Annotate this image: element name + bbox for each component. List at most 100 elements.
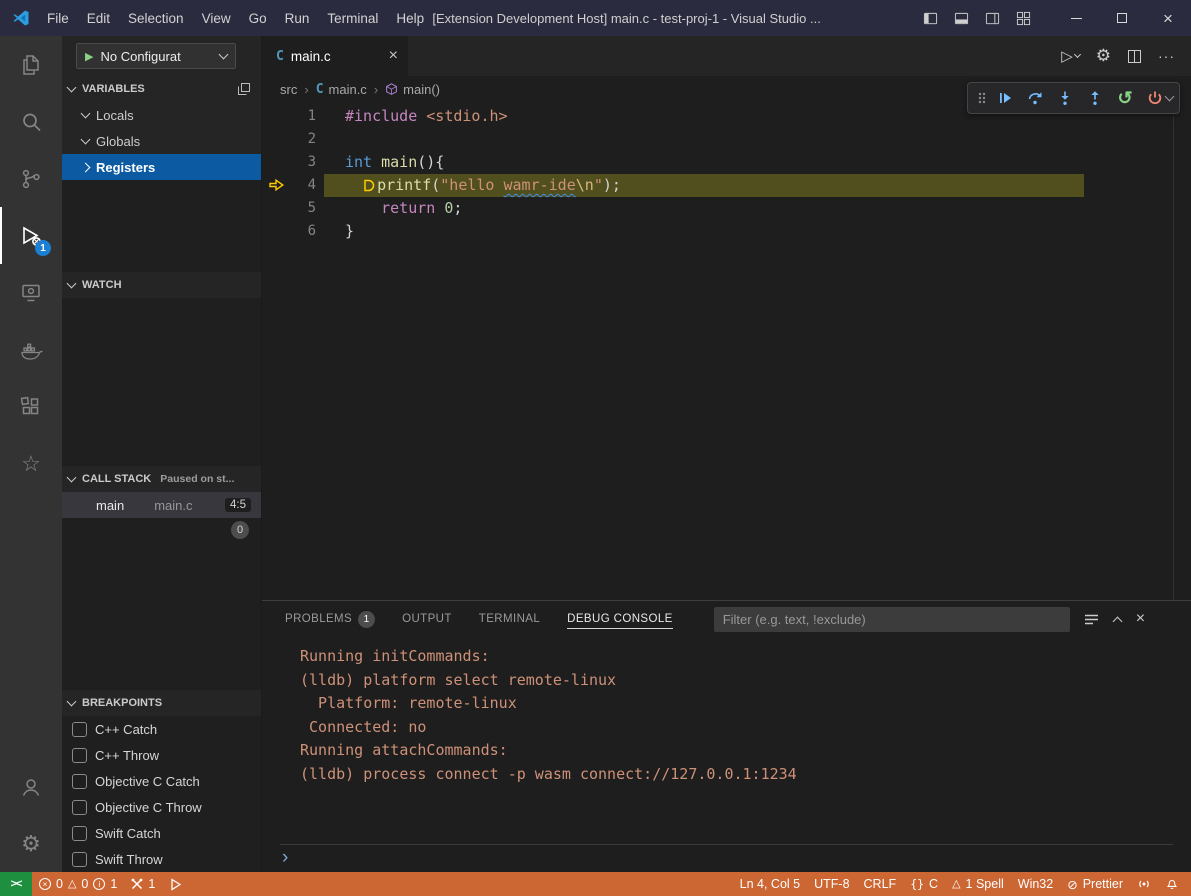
restart-icon[interactable]: ↺ [1110, 83, 1140, 113]
breakpoint-objc-catch[interactable]: Objective C Catch [62, 768, 261, 794]
toggle-panel-icon[interactable] [954, 11, 969, 26]
breakpoint-swift-throw[interactable]: Swift Throw [62, 846, 261, 872]
token: int [345, 151, 372, 174]
maximize-panel-icon[interactable] [1112, 616, 1122, 626]
broadcast-icon[interactable] [1130, 872, 1158, 896]
toggle-sidebar-icon[interactable] [923, 11, 938, 26]
breadcrumb-symbol[interactable]: main() [385, 82, 440, 97]
toolchain-status[interactable]: 1 [124, 872, 162, 896]
tab-problems[interactable]: PROBLEMS 1 [285, 601, 375, 637]
step-out-icon[interactable] [1080, 83, 1110, 113]
variables-item-locals[interactable]: Locals [62, 102, 261, 128]
settings-gear-icon[interactable]: ⚙ [0, 815, 62, 872]
console-filter-input[interactable] [714, 607, 1070, 632]
checkbox[interactable] [72, 826, 87, 841]
close-panel-icon[interactable]: × [1136, 611, 1145, 627]
debug-start-icon [169, 878, 182, 891]
close-button[interactable]: × [1145, 0, 1191, 36]
code-line-5[interactable]: 5 return 0; [262, 197, 1191, 220]
line-number[interactable]: 3 [262, 151, 316, 174]
menu-help[interactable]: Help [387, 0, 433, 36]
line-number[interactable]: 6 [262, 220, 316, 243]
variables-section-header[interactable]: VARIABLES [62, 76, 261, 102]
source-control-icon[interactable] [0, 150, 62, 207]
problems-status[interactable]: × 0 △ 0 i 1 [32, 872, 124, 896]
debug-status[interactable] [162, 872, 189, 896]
line-number[interactable]: 1 [262, 105, 316, 128]
close-tab-icon[interactable]: × [389, 48, 398, 64]
breadcrumb-folder[interactable]: src [280, 82, 297, 97]
minimize-button[interactable] [1053, 0, 1099, 36]
spell-checker-status[interactable]: △ 1 Spell [945, 872, 1011, 896]
scrollbar[interactable] [1173, 102, 1174, 600]
tab-main-c[interactable]: C main.c × [262, 36, 408, 76]
star-icon[interactable]: ☆ [0, 435, 62, 492]
encoding-indicator[interactable]: UTF-8 [807, 872, 856, 896]
toolbar-grip-handle[interactable] [974, 90, 990, 106]
extensions-icon[interactable] [0, 378, 62, 435]
platform-indicator[interactable]: Win32 [1011, 872, 1060, 896]
menu-run[interactable]: Run [276, 0, 319, 36]
maximize-button[interactable] [1099, 0, 1145, 36]
tab-output[interactable]: OUTPUT [402, 601, 452, 637]
console-lines-icon[interactable] [1084, 613, 1099, 626]
console-input-row[interactable]: › [280, 844, 1173, 870]
formatter-status[interactable]: ⊘ Prettier [1060, 872, 1130, 896]
breakpoints-section-header[interactable]: BREAKPOINTS [62, 690, 261, 716]
search-icon[interactable] [0, 93, 62, 150]
eol-indicator[interactable]: CRLF [857, 872, 904, 896]
customize-layout-icon[interactable] [1016, 11, 1031, 26]
menu-selection[interactable]: Selection [119, 0, 193, 36]
code-editor[interactable]: 1 #include <stdio.h> 2 3 int main(){ 4 p… [262, 102, 1191, 600]
split-editor-icon[interactable] [1127, 49, 1142, 64]
breakpoint-objc-throw[interactable]: Objective C Throw [62, 794, 261, 820]
menu-edit[interactable]: Edit [78, 0, 119, 36]
call-stack-section-header[interactable]: CALL STACK Paused on st... [62, 466, 261, 492]
code-line-3[interactable]: 3 int main(){ [262, 151, 1191, 174]
step-into-icon[interactable] [1050, 83, 1080, 113]
checkbox[interactable] [72, 722, 87, 737]
breakpoint-swift-catch[interactable]: Swift Catch [62, 820, 261, 846]
checkbox[interactable] [72, 800, 87, 815]
menu-go[interactable]: Go [240, 0, 276, 36]
docker-icon[interactable] [0, 321, 62, 378]
checkbox[interactable] [72, 852, 87, 867]
continue-icon[interactable] [990, 83, 1020, 113]
launch-config-dropdown[interactable]: ▶ No Configurat [76, 43, 236, 69]
breakpoint-cpp-throw[interactable]: C++ Throw [62, 742, 261, 768]
tab-terminal[interactable]: TERMINAL [479, 601, 540, 637]
more-actions-icon[interactable]: ··· [1158, 48, 1175, 64]
menu-terminal[interactable]: Terminal [318, 0, 387, 36]
step-over-icon[interactable] [1020, 83, 1050, 113]
language-mode[interactable]: {} C [903, 872, 945, 896]
checkbox[interactable] [72, 774, 87, 789]
code-line-6[interactable]: 6 } [262, 220, 1191, 243]
run-file-button[interactable]: ▷ [1061, 47, 1080, 65]
line-number[interactable]: 2 [262, 128, 316, 151]
notifications-bell-icon[interactable] [1158, 872, 1191, 896]
variables-item-registers[interactable]: Registers [62, 154, 261, 180]
remote-explorer-icon[interactable] [0, 264, 62, 321]
tab-debug-console[interactable]: DEBUG CONSOLE [567, 601, 673, 637]
frame-position-badge: 4:5 [225, 498, 251, 512]
debug-console-output[interactable]: Running initCommands: (lldb) platform se… [262, 637, 1191, 844]
menu-file[interactable]: File [38, 0, 78, 36]
breadcrumb-file[interactable]: C main.c [316, 82, 367, 97]
line-number[interactable]: 5 [262, 197, 316, 220]
editor-settings-gear-icon[interactable]: ⚙ [1096, 46, 1111, 66]
run-and-debug-icon[interactable]: 1 [0, 207, 62, 264]
toggle-secondary-sidebar-icon[interactable] [985, 11, 1000, 26]
watch-section-header[interactable]: WATCH [62, 272, 261, 298]
collapse-all-icon[interactable] [237, 82, 251, 96]
checkbox[interactable] [72, 748, 87, 763]
variables-item-globals[interactable]: Globals [62, 128, 261, 154]
explorer-icon[interactable] [0, 36, 62, 93]
code-line-2[interactable]: 2 [262, 128, 1191, 151]
cursor-position[interactable]: Ln 4, Col 5 [733, 872, 807, 896]
stack-frame-row[interactable]: main main.c 4:5 [62, 492, 261, 518]
code-line-4-current[interactable]: 4 printf("hello wamr-ide\n"); [262, 174, 1191, 197]
menu-view[interactable]: View [193, 0, 240, 36]
breakpoint-cpp-catch[interactable]: C++ Catch [62, 716, 261, 742]
account-icon[interactable] [0, 758, 62, 815]
remote-indicator[interactable]: >< [0, 872, 32, 896]
